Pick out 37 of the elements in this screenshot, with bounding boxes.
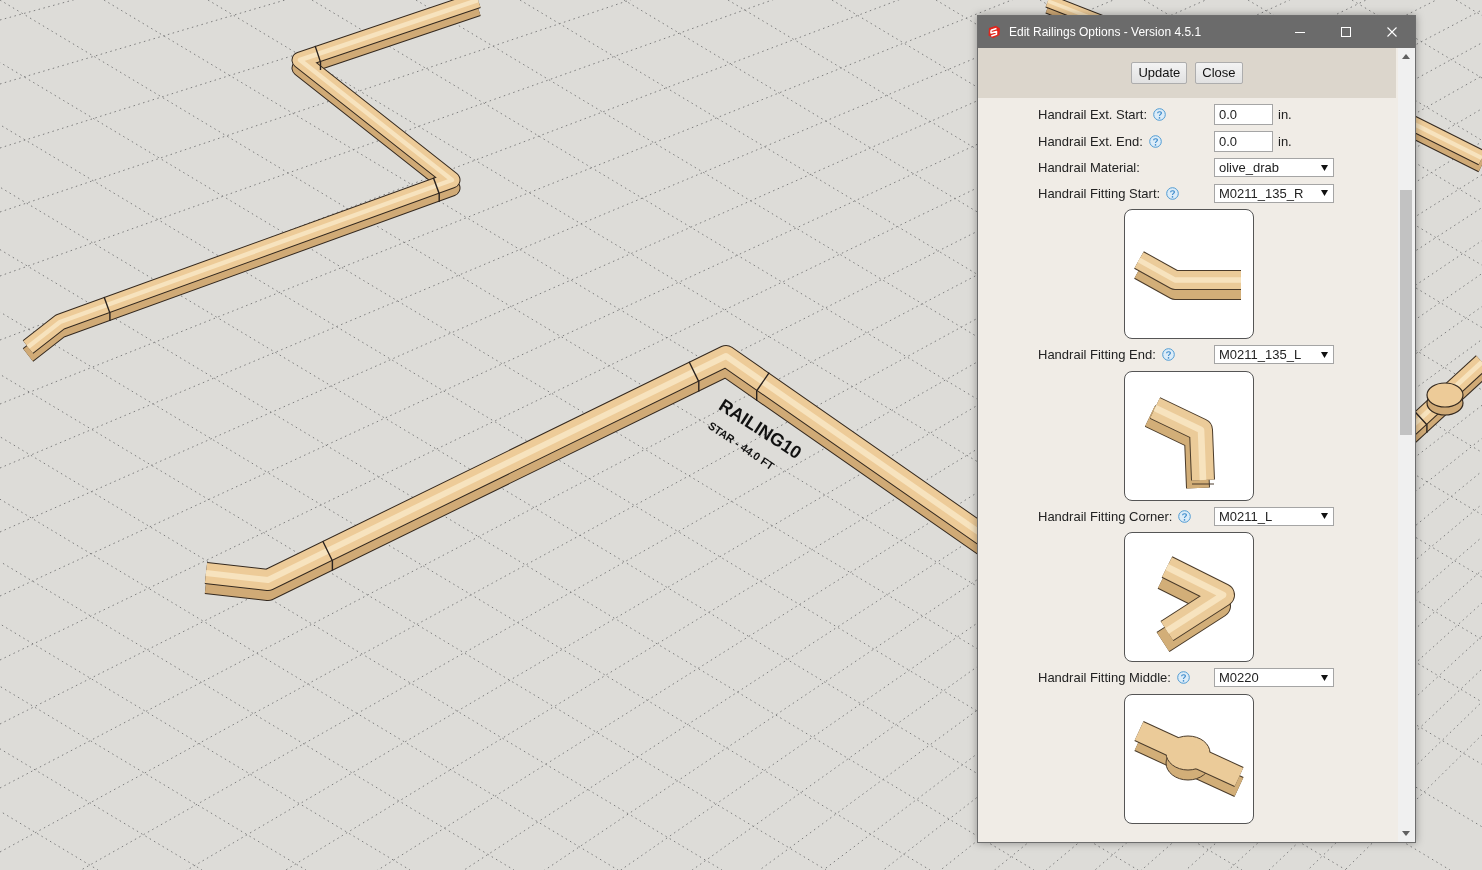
help-icon[interactable] [1178,509,1192,523]
field-label: Handrail Ext. Start: [1038,105,1148,124]
help-icon[interactable] [1153,108,1167,121]
dropdown[interactable]: M0211_L [1214,506,1334,526]
help-icon[interactable] [1161,348,1175,362]
field-label: Handrail Fitting Start: [1038,184,1161,203]
dropdown[interactable]: M0211_135_R [1214,183,1334,203]
help-icon[interactable] [1176,671,1190,685]
dropdown[interactable]: M0211_135_L [1214,345,1334,365]
number-input[interactable]: 0.0 [1214,104,1273,125]
help-icon[interactable] [1148,135,1162,148]
window-title: Edit Railings Options - Version 4.5.1 [1009,24,1202,41]
close-dialog-button[interactable]: Close [1195,62,1243,84]
caret-icon [1321,190,1328,197]
caret-icon [1321,513,1328,520]
close-icon [1387,27,1397,37]
scrollbar-thumb[interactable] [1400,190,1412,435]
field-label: Handrail Material: [1038,159,1140,177]
caret-icon [1321,674,1328,681]
unit-label: in. [1278,105,1292,124]
app-logo-icon [987,25,1001,39]
dropdown[interactable]: olive_drab [1214,158,1334,178]
caret-icon [1321,164,1328,171]
maximize-icon [1341,27,1351,37]
help-icon[interactable] [1166,186,1180,200]
number-input[interactable]: 0.0 [1214,131,1273,152]
scroll-down-arrow-icon[interactable] [1402,831,1410,836]
scroll-up-arrow-icon[interactable] [1402,54,1410,59]
caret-icon [1321,351,1328,358]
scrollbar-track[interactable] [1398,48,1415,842]
field-label: Handrail Fitting Corner: [1038,507,1173,526]
field-label: Handrail Fitting Middle: [1038,669,1171,687]
field-label: Handrail Ext. End: [1038,132,1143,151]
field-label: Handrail Fitting End: [1038,346,1156,364]
unit-label: in. [1278,132,1292,151]
dropdown[interactable]: M0220 [1214,668,1334,688]
update-button[interactable]: Update [1131,62,1188,84]
